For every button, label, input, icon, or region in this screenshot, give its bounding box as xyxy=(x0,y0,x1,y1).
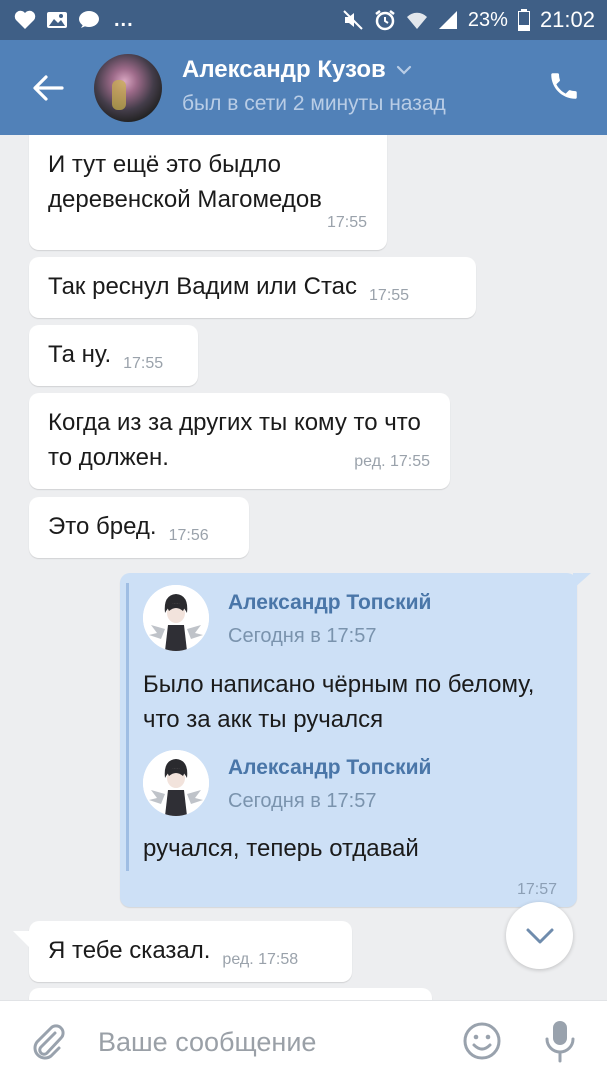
message-bubble[interactable]: Когда из за других ты кому то что то дол… xyxy=(29,393,450,489)
message-bubble[interactable]: Так реснул Вадим или Стас 17:55 xyxy=(29,257,476,318)
battery-icon xyxy=(517,9,530,31)
message-text: Это бред. xyxy=(48,513,157,540)
anime-avatar-image xyxy=(143,585,209,651)
message-time: 17:57 xyxy=(516,881,557,898)
chat-icon xyxy=(78,10,100,30)
phone-icon xyxy=(551,73,577,99)
message-time: 17:55 xyxy=(123,355,164,372)
chat-header: Александр Кузов был в сети 2 минуты наза… xyxy=(0,40,607,135)
forward-date: Сегодня в 17:57 xyxy=(228,625,377,647)
forward-author-avatar[interactable] xyxy=(143,585,209,651)
status-bar-left: ... xyxy=(14,9,134,32)
back-button[interactable] xyxy=(28,70,68,106)
emoji-button[interactable] xyxy=(462,1021,502,1061)
contact-name: Александр Кузов xyxy=(182,56,386,83)
chevron-down-icon xyxy=(526,928,553,943)
message-text: Та ну. xyxy=(48,341,112,368)
message-bubble[interactable]: Та ну. 17:55 xyxy=(29,325,198,386)
forward-author-name[interactable]: Александр Топский xyxy=(228,591,431,615)
message-input[interactable] xyxy=(96,1019,440,1065)
forward-text: Было написано чёрным по белому, что за а… xyxy=(143,671,535,733)
forward-author-name[interactable]: Александр Топский xyxy=(228,756,431,780)
message-bubble-partial[interactable] xyxy=(29,988,432,1000)
scroll-to-bottom-button[interactable] xyxy=(506,902,573,969)
contact-last-seen: был в сети 2 минуты назад xyxy=(182,92,446,115)
message-text: Я тебе сказал. xyxy=(48,937,211,964)
status-more-dots: ... xyxy=(114,8,134,31)
forward-author-avatar[interactable] xyxy=(143,750,209,816)
message-bubble[interactable]: Это бред. 17:56 xyxy=(29,497,249,558)
message-time: ред. 17:58 xyxy=(222,951,299,968)
message-time: ред. 17:55 xyxy=(354,453,430,470)
message-list[interactable]: И тут ещё это быдло деревенской Магомедо… xyxy=(0,135,607,1000)
call-button[interactable] xyxy=(547,68,583,106)
message-time: 17:55 xyxy=(326,214,367,231)
message-bubble[interactable]: Я тебе сказал. ред. 17:58 xyxy=(13,921,352,982)
forward-date: Сегодня в 17:57 xyxy=(228,790,377,812)
status-time: 21:02 xyxy=(539,7,595,32)
message-time: 17:55 xyxy=(369,287,410,304)
voice-message-button[interactable] xyxy=(542,1019,578,1063)
message-text: Так реснул Вадим или Стас xyxy=(48,273,358,300)
outgoing-forwarded-message[interactable]: Александр Топский Сегодня в 17:57 Было н… xyxy=(120,573,591,907)
message-text: И тут ещё это быдло деревенской Магомедо… xyxy=(48,151,322,213)
message-bubble[interactable]: И тут ещё это быдло деревенской Магомедо… xyxy=(29,135,387,250)
forward-bar xyxy=(126,583,129,871)
signal-icon xyxy=(438,10,458,30)
mute-icon xyxy=(342,9,364,31)
contact-name-button[interactable]: Александр Кузов xyxy=(182,56,412,84)
image-icon xyxy=(46,10,68,30)
status-bar-right: 23% 21:02 xyxy=(342,7,595,33)
anime-avatar-image xyxy=(143,750,209,816)
message-time: 17:56 xyxy=(168,527,209,544)
back-arrow-icon xyxy=(33,75,64,101)
forward-text: ручался, теперь отдавай xyxy=(143,835,419,862)
contact-avatar[interactable] xyxy=(94,54,162,122)
attach-button[interactable] xyxy=(28,1021,68,1061)
alarm-icon xyxy=(374,9,396,31)
wifi-icon xyxy=(406,10,428,30)
chevron-down-icon xyxy=(396,65,411,75)
paperclip-icon xyxy=(33,1024,65,1060)
emoji-icon xyxy=(463,1022,501,1060)
battery-percentage: 23% xyxy=(467,8,508,31)
heart-icon xyxy=(14,10,36,30)
message-composer xyxy=(0,1000,607,1081)
mic-icon xyxy=(545,1021,575,1063)
status-bar: ... 23% 21:02 xyxy=(0,0,607,40)
